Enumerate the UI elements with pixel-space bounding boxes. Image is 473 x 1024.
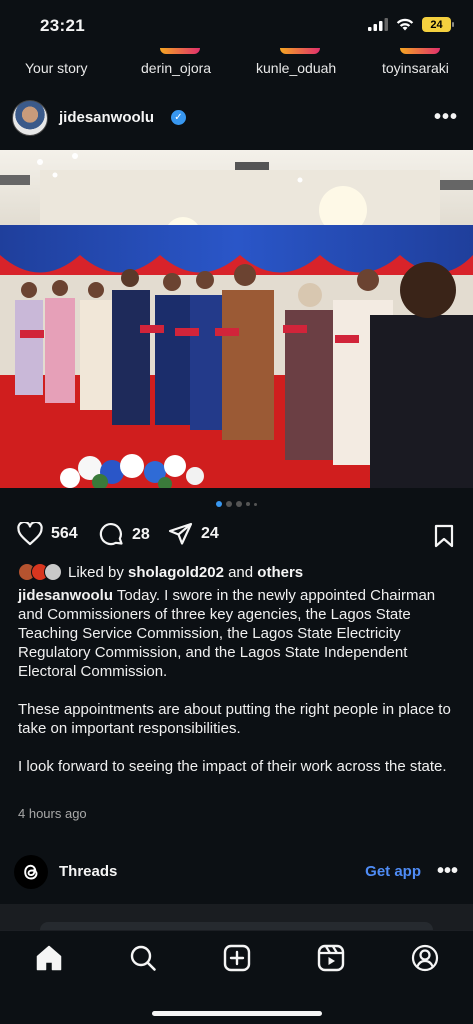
profile-icon[interactable] — [411, 944, 439, 972]
post-caption: jidesanwoolu Today. I swore in the newly… — [18, 586, 458, 795]
status-time: 23:21 — [40, 16, 85, 35]
story-label[interactable]: toyinsaraki — [382, 60, 449, 76]
tab-home[interactable] — [34, 943, 64, 973]
carousel-dot — [246, 502, 250, 506]
liked-by-prefix: Liked by — [68, 563, 129, 581]
carousel-dot — [236, 501, 242, 507]
comment-icon[interactable] — [99, 522, 124, 547]
post-timestamp: 4 hours ago — [18, 806, 87, 821]
share-icon[interactable] — [168, 522, 193, 546]
liked-by-user[interactable]: sholagold202 — [128, 564, 224, 581]
like-count: 564 — [51, 525, 78, 542]
share-count: 24 — [201, 525, 219, 542]
story-label[interactable]: kunle_oduah — [256, 60, 336, 76]
tab-search[interactable] — [128, 943, 158, 973]
liked-by-mid: and — [223, 563, 258, 581]
create-icon[interactable] — [223, 944, 251, 972]
reels-icon[interactable] — [317, 944, 345, 972]
caption-username[interactable]: jidesanwoolu — [18, 587, 113, 604]
caption-paragraph: These appointments are about putting the… — [18, 701, 451, 737]
wifi-icon — [396, 18, 414, 31]
home-icon[interactable] — [35, 944, 63, 972]
post-username[interactable]: jidesanwoolu — [59, 109, 154, 126]
story-ring[interactable] — [280, 48, 320, 54]
comment-action[interactable]: 28 — [99, 522, 150, 547]
signal-icon — [368, 18, 388, 31]
status-bar: 23:21 24 — [0, 0, 473, 50]
post-header: jidesanwoolu ✓ ••• — [0, 100, 473, 138]
status-icons: 24 — [368, 17, 454, 32]
stories-strip[interactable]: Your story derin_ojora kunle_oduah toyin… — [0, 48, 473, 88]
carousel-indicator — [0, 501, 473, 507]
story-ring[interactable] — [160, 48, 200, 54]
more-icon[interactable]: ••• — [434, 106, 458, 129]
get-app-button[interactable]: Get app — [365, 863, 421, 880]
avatar[interactable] — [12, 100, 48, 136]
threads-label: Threads — [59, 863, 118, 880]
carousel-dot — [254, 502, 257, 506]
story-ring[interactable] — [400, 48, 440, 54]
more-icon[interactable]: ••• — [437, 860, 458, 883]
post-photo[interactable] — [0, 150, 473, 488]
search-icon[interactable] — [129, 944, 157, 972]
caption-paragraph: jidesanwoolu Today. I swore in the newly… — [18, 586, 458, 681]
verified-icon: ✓ — [171, 110, 186, 125]
liked-by-others[interactable]: others — [257, 564, 303, 581]
share-action[interactable]: 24 — [168, 522, 219, 546]
story-label-your-story[interactable]: Your story — [25, 60, 88, 76]
heart-icon[interactable] — [17, 522, 43, 546]
liked-by-text: Liked by sholagold202 and others — [68, 564, 303, 581]
threads-promo: Threads Get app ••• — [0, 852, 473, 892]
carousel-dot-active — [216, 501, 222, 507]
post-image — [0, 150, 473, 488]
tab-profile[interactable] — [410, 943, 440, 973]
story-label[interactable]: derin_ojora — [141, 60, 211, 76]
threads-icon[interactable] — [14, 855, 48, 889]
bookmark-icon[interactable] — [433, 524, 455, 548]
carousel-dot — [226, 501, 232, 507]
caption-paragraph: I look forward to seeing the impact of t… — [18, 758, 447, 775]
like-action[interactable]: 564 — [17, 522, 78, 546]
tab-reels[interactable] — [316, 943, 346, 973]
bottom-tab-bar — [0, 930, 473, 1024]
comment-count: 28 — [132, 525, 150, 543]
tab-create[interactable] — [222, 943, 252, 973]
liked-by-row[interactable]: Liked by sholagold202 and others — [18, 563, 303, 581]
home-indicator — [152, 1011, 322, 1016]
post-actions: 564 28 24 — [0, 522, 473, 552]
avatar — [44, 563, 62, 581]
battery-icon: 24 — [422, 17, 454, 32]
